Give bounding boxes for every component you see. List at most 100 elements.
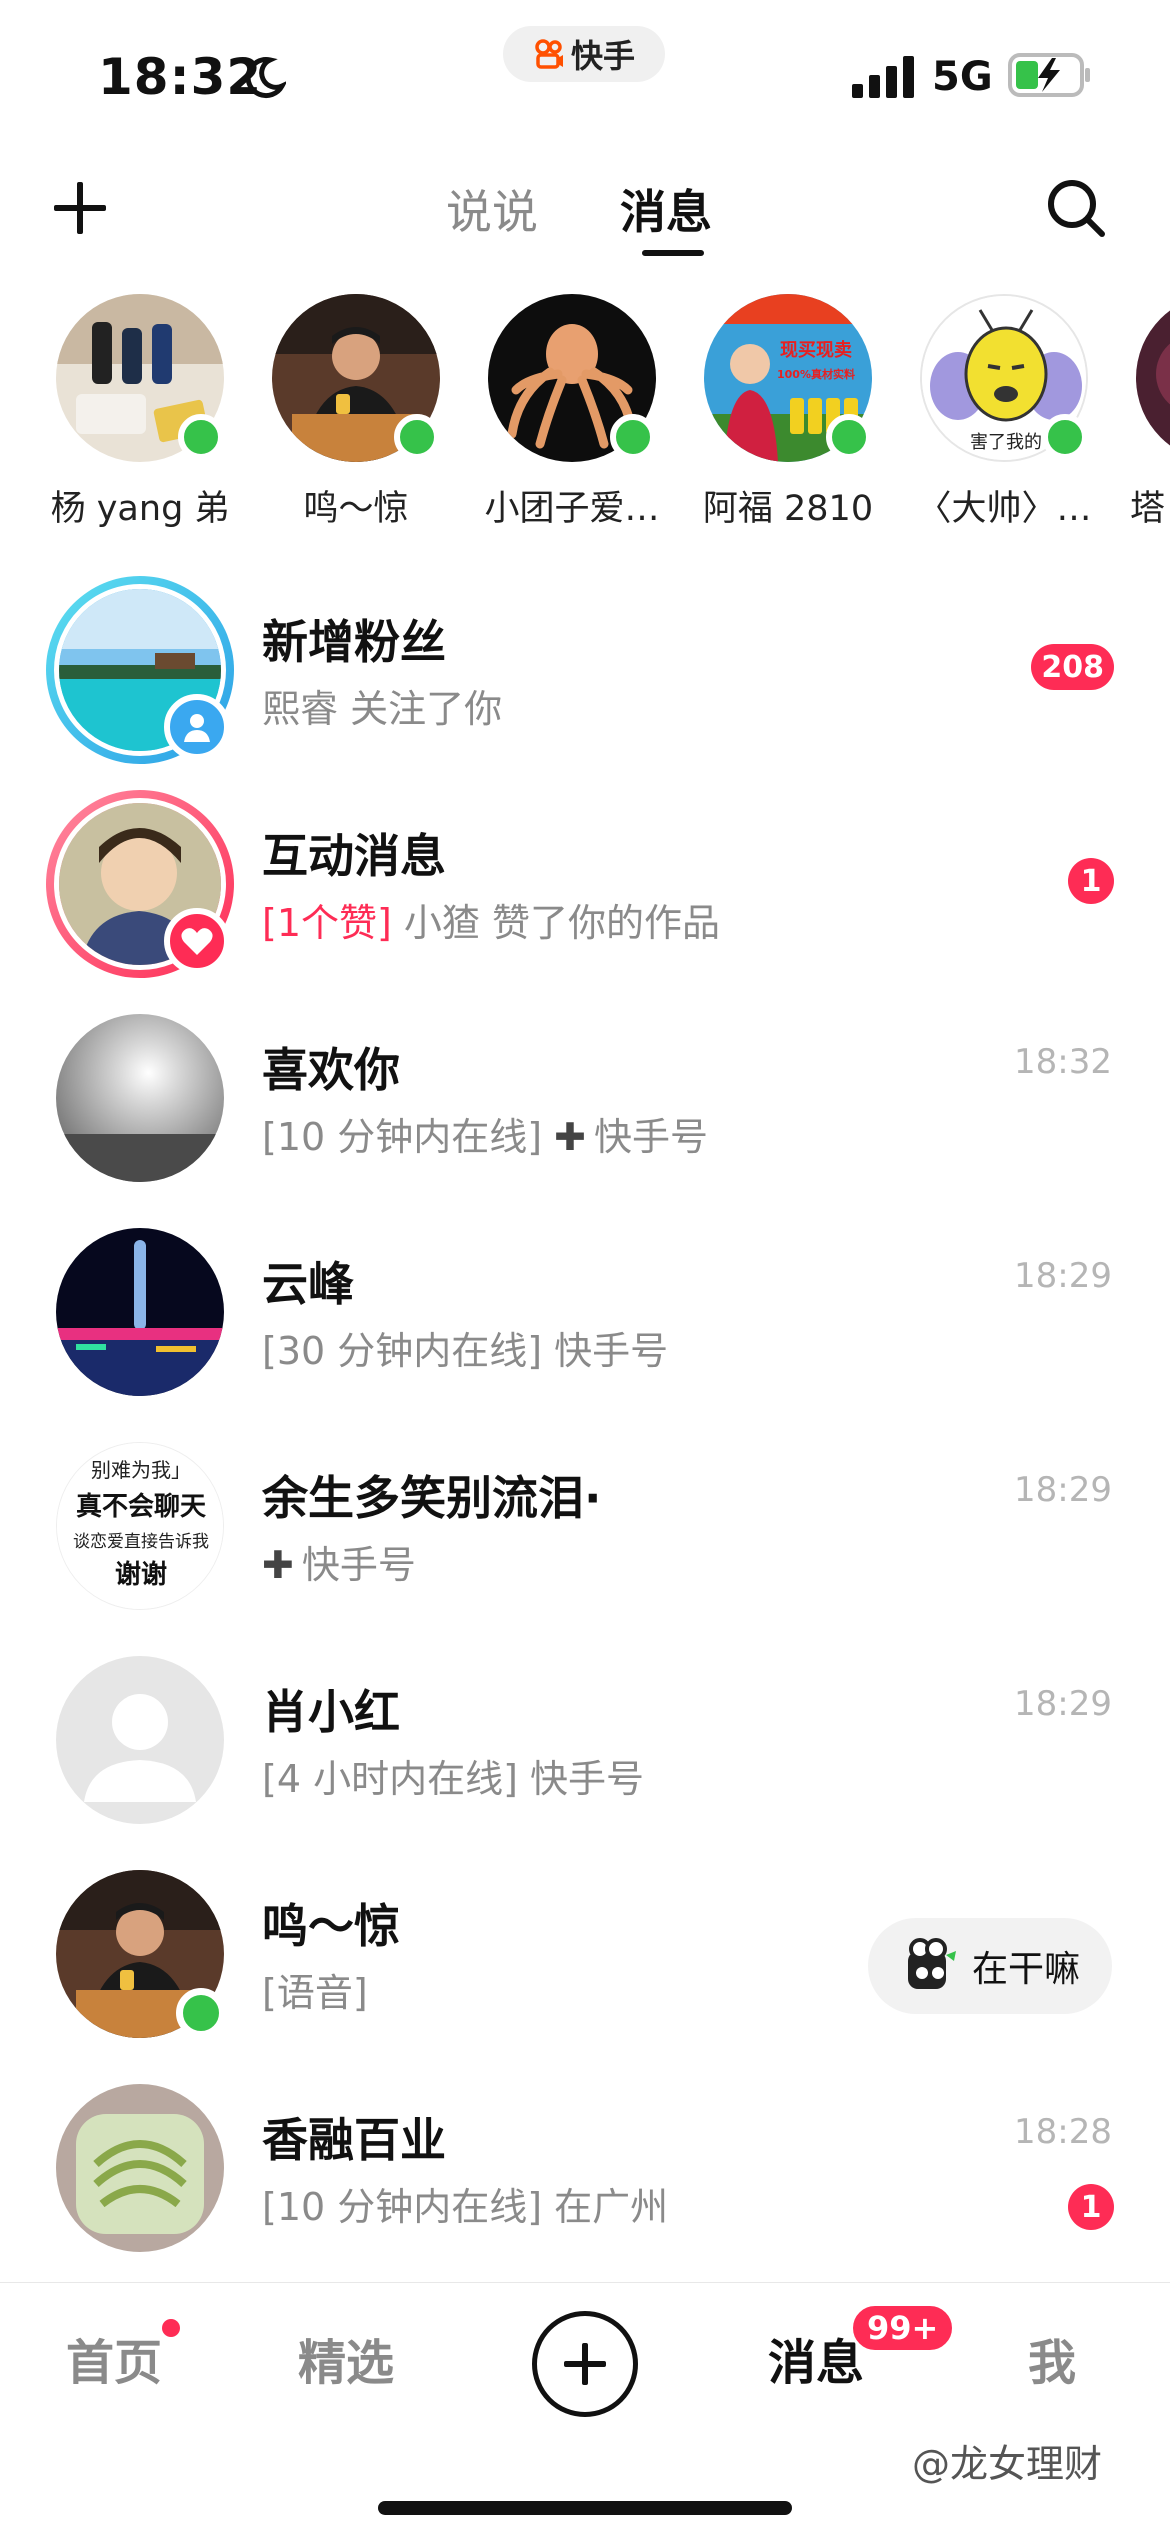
avatar-text: 现买现卖: [780, 339, 852, 361]
like-count-highlight: [1个赞]: [262, 901, 392, 945]
avatar: [1136, 294, 1170, 462]
quick-greet-button[interactable]: 在干嘛: [868, 1918, 1112, 2014]
message-title: 肖小红: [262, 1685, 400, 1739]
message-title: 互动消息: [262, 829, 446, 883]
story-item[interactable]: 杨 yang 弟: [32, 290, 248, 540]
story-item[interactable]: 现买现卖 100%真材实料 阿福 2810: [680, 290, 896, 540]
avatar-text: 谈恋爱直接告诉我: [73, 1531, 209, 1552]
like-badge: [164, 908, 230, 974]
top-header: 说说 消息: [0, 150, 1170, 280]
message-preview: [语音]: [262, 1971, 368, 2015]
preview-suffix: 快手号: [594, 1115, 709, 1159]
online-indicator: [176, 1988, 226, 2038]
notification-dot: [162, 2319, 180, 2337]
story-name: 小团子爱…: [484, 489, 660, 529]
nav-profile[interactable]: 我: [1028, 2323, 1076, 2393]
app-indicator-pill[interactable]: 快手: [503, 26, 665, 82]
nav-messages[interactable]: 消息: [768, 2323, 864, 2393]
avatar: 别难为我」 真不会聊天 谈恋爱直接告诉我 谢谢: [56, 1442, 224, 1610]
story-name: 〈大帅〉…: [916, 489, 1092, 529]
search-icon[interactable]: [1044, 176, 1108, 240]
preview-text: 小猹 赞了你的作品: [391, 901, 720, 945]
story-item[interactable]: 塔: [1112, 290, 1170, 540]
story-name: 杨 yang 弟: [50, 489, 230, 529]
home-indicator[interactable]: [378, 2501, 792, 2515]
tab-shuoshuo[interactable]: 说说: [446, 176, 538, 242]
list-item-chat[interactable]: 肖小红 [4 小时内在线] 快手号 18:29: [0, 1634, 1170, 1848]
bottom-navigation: 首页 精选 消息 99+ 我 @龙女理财: [0, 2282, 1170, 2532]
tab-messages[interactable]: 消息: [620, 176, 712, 242]
story-item[interactable]: 鸣～惊: [248, 290, 464, 540]
message-title: 香融百业: [262, 2113, 446, 2167]
message-time: 18:29: [1014, 1256, 1112, 1296]
message-preview: ✚ 快手号: [262, 1534, 416, 1589]
message-time: 18:28: [1014, 2112, 1112, 2152]
message-title: 云峰: [262, 1257, 354, 1311]
avatar-text: 害了我的: [970, 432, 1042, 453]
status-bar: 18:32 快手 5G: [0, 0, 1170, 150]
message-time: 18:32: [1014, 1042, 1112, 1082]
nav-featured[interactable]: 精选: [298, 2323, 394, 2393]
quick-greet-label: 在干嘛: [972, 1949, 1081, 1990]
message-preview: [1个赞] 小猹 赞了你的作品: [262, 892, 720, 947]
message-title: 喜欢你: [262, 1043, 400, 1097]
list-item-new-followers[interactable]: 新增粉丝 熙睿 关注了你 208: [0, 564, 1170, 778]
add-plus-icon[interactable]: [50, 178, 110, 238]
heart-icon: [181, 928, 213, 955]
avatar-text: 别难为我」: [91, 1458, 191, 1482]
plus-icon: ✚: [554, 1115, 587, 1159]
kuaishou-logo-icon: [535, 39, 563, 69]
nav-home[interactable]: 首页: [66, 2323, 162, 2393]
message-time: 18:29: [1014, 1684, 1112, 1724]
unread-count-badge: 1: [1068, 858, 1114, 904]
avatar: [56, 1656, 224, 1824]
avatar: [56, 2084, 224, 2252]
preview-text: 快手号: [301, 1543, 416, 1587]
status-time: 18:32: [98, 48, 263, 106]
create-post-button[interactable]: [532, 2311, 638, 2417]
avatar: [56, 1228, 224, 1396]
message-title: 新增粉丝: [262, 615, 446, 669]
message-title: 余生多笑别流泪·: [262, 1471, 602, 1525]
story-name: 阿福 2810: [702, 489, 874, 529]
list-item-chat[interactable]: 喜欢你 [10 分钟内在线] ✚ 快手号 18:32: [0, 992, 1170, 1206]
list-item-chat[interactable]: 别难为我」 真不会聊天 谈恋爱直接告诉我 谢谢 余生多笑别流泪· ✚ 快手号 18…: [0, 1420, 1170, 1634]
battery-charging-icon: [1008, 53, 1090, 97]
message-preview: 熙睿 关注了你: [262, 687, 503, 731]
mascot-icon: [908, 1938, 956, 1989]
list-item-chat[interactable]: 香融百业 [10 分钟内在线] 在广州 18:28 1: [0, 2062, 1170, 2276]
message-preview: [4 小时内在线] 快手号: [262, 1757, 644, 1801]
moon-icon: [245, 57, 286, 99]
list-item-interactions[interactable]: 互动消息 [1个赞] 小猹 赞了你的作品 1: [0, 778, 1170, 992]
list-item-chat[interactable]: 鸣～惊 [语音] 在干嘛: [0, 1848, 1170, 2062]
default-avatar-icon: [56, 1656, 224, 1824]
active-tab-indicator: [642, 250, 704, 256]
app-pill-label: 快手: [570, 37, 635, 75]
follower-badge: [164, 694, 230, 760]
online-indicator: [394, 414, 440, 460]
signal-icon: [852, 56, 914, 98]
watermark: @龙女理财: [912, 2442, 1103, 2486]
story-name: 塔: [1130, 489, 1166, 529]
plus-icon: [564, 2343, 606, 2385]
list-item-chat[interactable]: 云峰 [30 分钟内在线] 快手号 18:29: [0, 1206, 1170, 1420]
message-preview: [30 分钟内在线] 快手号: [262, 1329, 669, 1373]
online-indicator: [178, 414, 224, 460]
online-indicator: [610, 414, 656, 460]
plus-icon: ✚: [262, 1543, 294, 1587]
avatar: [56, 1014, 224, 1182]
network-type: 5G: [932, 54, 993, 100]
message-count-badge: 99+: [850, 2303, 956, 2353]
avatar-text: 100%真材实料: [777, 367, 855, 381]
story-item[interactable]: 害了我的 〈大帅〉…: [896, 290, 1112, 540]
unread-count-badge: 208: [1031, 644, 1114, 690]
preview-text: [10 分钟内在线]: [262, 1115, 555, 1159]
avatar-text: 谢谢: [115, 1559, 167, 1590]
story-name: 鸣～惊: [303, 489, 409, 529]
user-icon: [184, 714, 210, 742]
story-item[interactable]: 小团子爱…: [464, 290, 680, 540]
message-preview: [10 分钟内在线] ✚ 快手号: [262, 1106, 708, 1161]
message-time: 18:29: [1014, 1470, 1112, 1510]
message-title: 鸣～惊: [262, 1899, 400, 1953]
unread-count-badge: 1: [1068, 2184, 1114, 2230]
